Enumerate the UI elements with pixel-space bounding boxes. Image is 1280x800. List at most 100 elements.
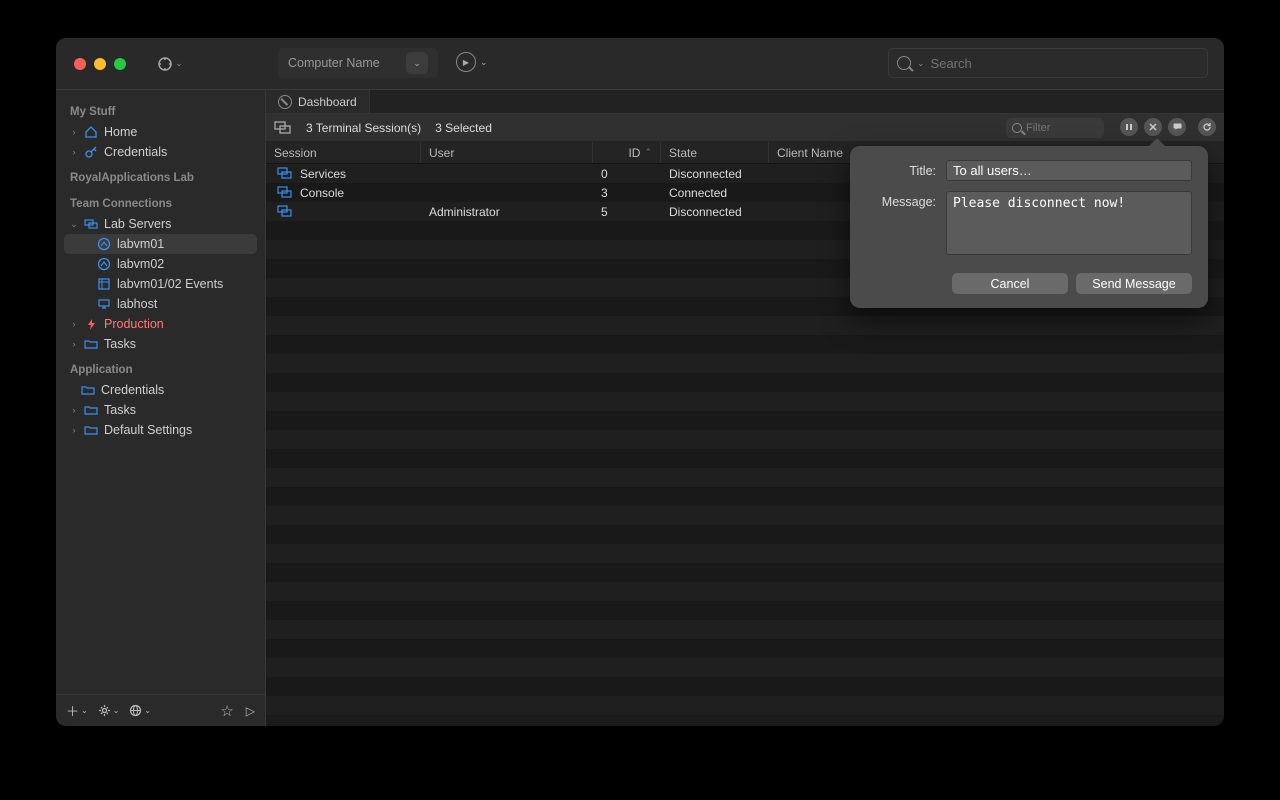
filter-input[interactable]: [1026, 122, 1086, 134]
host-icon: [96, 296, 112, 312]
session-icon: [274, 186, 296, 200]
minimize-window-button[interactable]: [94, 58, 106, 70]
sidebar-item-label: Tasks: [104, 337, 136, 351]
play-icon: ▶: [456, 52, 476, 72]
cell-state: Disconnected: [669, 205, 742, 219]
folder-icon: [80, 382, 96, 398]
column-id[interactable]: ID⌃: [593, 142, 661, 163]
chevron-right-icon: ›: [70, 127, 78, 137]
sidebar-section-team: Team Connections: [56, 188, 265, 214]
sidebar-item-label: Credentials: [101, 383, 164, 397]
column-state[interactable]: State: [661, 142, 769, 163]
chevron-right-icon: ›: [70, 339, 78, 349]
maximize-window-button[interactable]: [114, 58, 126, 70]
play-icon[interactable]: ▷: [246, 702, 255, 720]
sidebar-item-label: labvm01/02 Events: [117, 277, 223, 291]
send-message-button[interactable]: Send Message: [1076, 273, 1192, 294]
sessions-icon: [274, 120, 292, 136]
tab-strip: Dashboard: [266, 90, 1224, 114]
cell-user: Administrator: [429, 205, 500, 219]
send-message-popover: Title: Message: Cancel Send Message: [850, 146, 1208, 308]
search-field[interactable]: ⌄: [888, 48, 1208, 78]
sidebar-item-credentials[interactable]: › Credentials: [56, 142, 265, 162]
sidebar-item-labvm01[interactable]: labvm01: [64, 234, 257, 254]
popover-title-label: Title:: [866, 160, 936, 178]
sidebar-item-label: labvm01: [117, 237, 164, 251]
disconnect-action[interactable]: [1144, 118, 1162, 136]
tab-dashboard[interactable]: Dashboard: [266, 90, 370, 113]
sort-asc-icon: ⌃: [644, 147, 652, 158]
search-input[interactable]: [931, 56, 1199, 71]
chevron-right-icon: ›: [70, 147, 78, 157]
cell-state: Connected: [669, 186, 727, 200]
globe-icon[interactable]: ⌄: [129, 701, 151, 720]
chevron-right-icon: ›: [70, 405, 78, 415]
cell-id: 3: [601, 186, 608, 200]
sidebar-item-label: Lab Servers: [104, 217, 171, 231]
popover-title-input[interactable]: [946, 160, 1192, 181]
pause-action[interactable]: [1120, 118, 1138, 136]
events-icon: [96, 276, 112, 292]
cell-id: 5: [601, 205, 608, 219]
sidebar-item-home[interactable]: › Home: [56, 122, 265, 142]
play-dropdown[interactable]: ▶ ⌄: [456, 52, 488, 72]
popover-message-input[interactable]: [946, 191, 1192, 255]
chevron-down-icon: ⌄: [917, 58, 925, 69]
folder-icon: [83, 422, 99, 438]
main-content: Dashboard 3 Terminal Session(s) 3 Select…: [266, 90, 1224, 726]
session-icon: [274, 205, 296, 219]
sidebar-item-label: Default Settings: [104, 423, 192, 437]
cancel-button[interactable]: Cancel: [952, 273, 1068, 294]
sidebar-item-labvm02[interactable]: labvm02: [56, 254, 265, 274]
app-window: ⌄ Computer Name ⌄ ▶ ⌄ ⌄ My Stuff ›: [56, 38, 1224, 726]
sidebar-item-tasks-team[interactable]: › Tasks: [56, 334, 265, 354]
sidebar-item-label: labvm02: [117, 257, 164, 271]
sidebar-item-default-settings[interactable]: › Default Settings: [56, 420, 265, 440]
cell-id: 0: [601, 167, 608, 181]
server-group-icon: [83, 216, 99, 232]
sidebar-item-labvm-events[interactable]: labvm01/02 Events: [56, 274, 265, 294]
connection-icon: [96, 256, 112, 272]
sidebar-section-royalapps: RoyalApplications Lab: [56, 162, 265, 188]
titlebar: ⌄ Computer Name ⌄ ▶ ⌄ ⌄: [56, 38, 1224, 90]
sidebar-item-app-tasks[interactable]: › Tasks: [56, 400, 265, 420]
sidebar-item-production[interactable]: › Production: [56, 314, 265, 334]
chevron-down-icon: ⌄: [480, 57, 488, 68]
computer-name-placeholder: Computer Name: [288, 48, 380, 78]
target-icon[interactable]: ⌄: [156, 53, 184, 75]
gear-icon[interactable]: ⌄: [98, 701, 120, 720]
action-row: [1120, 118, 1216, 136]
sidebar-item-label: labhost: [117, 297, 157, 311]
message-action[interactable]: [1168, 118, 1186, 136]
refresh-action[interactable]: [1198, 118, 1216, 136]
sidebar: My Stuff › Home › Credentials RoyalAppli…: [56, 90, 266, 726]
session-count-label: 3 Terminal Session(s): [306, 121, 421, 135]
column-user[interactable]: User: [421, 142, 593, 163]
folder-icon: [83, 336, 99, 352]
popover-message-label: Message:: [866, 191, 936, 209]
key-icon: [83, 144, 99, 160]
column-session[interactable]: Session: [266, 142, 421, 163]
sidebar-item-labhost[interactable]: labhost: [56, 294, 265, 314]
cell-session: Console: [300, 186, 344, 200]
sidebar-item-lab-servers[interactable]: ⌄ Lab Servers: [56, 214, 265, 234]
chevron-down-icon: ⌄: [70, 219, 78, 230]
add-button[interactable]: ＋⌄: [66, 701, 88, 720]
cell-session: Services: [300, 167, 346, 181]
filter-field[interactable]: [1006, 118, 1104, 138]
sidebar-section-my-stuff: My Stuff: [56, 96, 265, 122]
sidebar-item-label: Tasks: [104, 403, 136, 417]
home-icon: [83, 124, 99, 140]
sidebar-footer: ＋⌄ ⌄ ⌄ ☆ ▷: [56, 694, 265, 726]
window-controls: [56, 58, 126, 70]
star-icon[interactable]: ☆: [220, 702, 233, 720]
sidebar-item-app-credentials[interactable]: Credentials: [56, 380, 265, 400]
search-icon: [897, 56, 911, 70]
info-bar: 3 Terminal Session(s) 3 Selected: [266, 114, 1224, 142]
connection-icon: [96, 236, 112, 252]
computer-name-selector[interactable]: Computer Name ⌄: [278, 48, 438, 78]
sidebar-item-label: Production: [104, 317, 164, 331]
close-window-button[interactable]: [74, 58, 86, 70]
chevron-right-icon: ›: [70, 319, 78, 329]
sidebar-item-label: Home: [104, 125, 137, 139]
